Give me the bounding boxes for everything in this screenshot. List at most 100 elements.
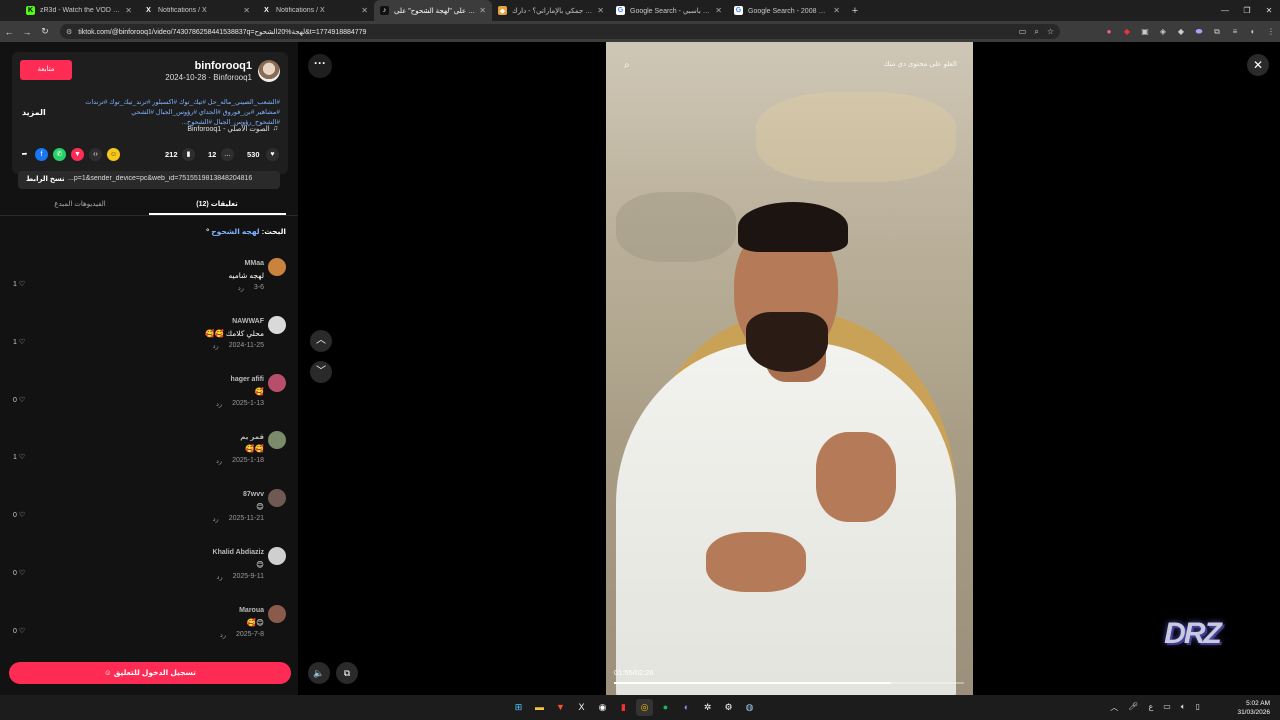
mini-player-button[interactable]: ⧉ <box>336 662 358 684</box>
browser-tab[interactable]: X Notifications / X ✕ <box>138 0 256 21</box>
video-player[interactable]: ⌕ العلو على محتوى دي منك 01:55/02:26 <box>606 42 973 695</box>
commenter-name[interactable]: MMaa <box>245 260 264 267</box>
extension-icon[interactable]: ▣ <box>1137 27 1153 37</box>
more-options-button[interactable]: ··· <box>308 54 332 78</box>
maximize-icon[interactable]: ❐ <box>1236 0 1258 21</box>
steam-icon[interactable]: ◍ <box>741 699 758 716</box>
commenter-name[interactable]: Maroua <box>239 607 264 614</box>
commenter-avatar[interactable] <box>268 373 286 392</box>
comment-likes[interactable]: 1 ♡ <box>13 280 25 288</box>
commenter-name[interactable]: NAWWAF <box>232 318 264 325</box>
tab-close-icon[interactable]: ✕ <box>479 6 486 15</box>
comment-likes[interactable]: 0 ♡ <box>13 569 25 577</box>
author-username[interactable]: binforooq1 <box>195 60 252 72</box>
spotify-icon[interactable]: ● <box>657 699 674 716</box>
close-window-icon[interactable]: ✕ <box>1258 0 1280 21</box>
tab-close-icon[interactable]: ✕ <box>243 6 250 15</box>
comment-likes[interactable]: 1 ♡ <box>13 338 25 346</box>
discord-icon[interactable]: ◐ <box>678 699 695 716</box>
browser-tab[interactable]: KzR3d - Watch the VOD on Kick ✕ <box>20 0 138 21</box>
speaker-icon[interactable]: 🔈︎ <box>1181 702 1186 713</box>
share-arrow-icon[interactable]: ➦ <box>18 148 31 161</box>
tab-close-icon[interactable]: ✕ <box>833 6 840 15</box>
share-link-text[interactable]: ...p=1&sender_device=pc&web_id=751551981… <box>68 175 276 182</box>
language-indicator[interactable]: ع <box>1148 702 1153 713</box>
commenter-avatar[interactable] <box>268 547 286 565</box>
extension-icon[interactable]: ◆ <box>1173 27 1189 37</box>
reply-button[interactable]: رد <box>216 457 222 465</box>
commenter-avatar[interactable] <box>268 258 286 276</box>
commenter-avatar[interactable] <box>268 315 286 334</box>
browser-tab[interactable]: ◆ ما معنى جمكي بالإماراتي؟ - دارك✕ <box>492 0 610 21</box>
embed-icon[interactable]: ‹› <box>89 148 102 161</box>
tab-close-icon[interactable]: ✕ <box>125 6 132 15</box>
reply-button[interactable]: رد <box>213 342 219 350</box>
tab-close-icon[interactable]: ✕ <box>597 6 604 15</box>
reload-icon[interactable]: ↻ <box>36 26 54 37</box>
previous-video-button[interactable]: ︿ <box>310 330 332 352</box>
system-clock[interactable]: 5:02 AM 31/03/2026 <box>1237 699 1270 717</box>
tab-close-icon[interactable]: ✕ <box>361 6 368 15</box>
file-explorer-icon[interactable]: ▬ <box>531 699 548 716</box>
settings-icon[interactable]: ⚙ <box>720 699 737 716</box>
reply-button[interactable]: رد <box>213 515 219 523</box>
browser-tab[interactable]: G Google Search - 2008 اكزس ✕ <box>728 0 846 21</box>
video-search-icon[interactable]: ⌕ <box>624 60 636 72</box>
chrome-icon[interactable]: ◎ <box>636 699 653 716</box>
microphone-icon[interactable]: 🎤︎ <box>1128 702 1138 713</box>
commenter-avatar[interactable] <box>268 604 286 623</box>
network-icon[interactable]: ▭ <box>1163 702 1171 713</box>
reply-button[interactable]: رد <box>216 400 222 408</box>
comment-likes[interactable]: 1 ♡ <box>13 453 25 461</box>
menu-icon[interactable]: ⋮ <box>1263 27 1279 37</box>
emoji-share-icon[interactable]: ☺ <box>107 148 120 161</box>
new-tab-button[interactable]: + <box>846 5 864 17</box>
whatsapp-share-icon[interactable]: ✆ <box>53 148 66 161</box>
extension-icon[interactable]: ◆ <box>1119 27 1135 37</box>
extension-icon[interactable]: ⬬ <box>1191 27 1207 37</box>
copy-link-button[interactable]: نسخ الرابط <box>26 175 65 183</box>
tab-comments[interactable]: تعليقات (12) <box>149 200 285 208</box>
search-term-link[interactable]: البحث: لهجه الشحوح ° <box>206 227 286 236</box>
profile-avatar[interactable]: ◐ <box>1245 27 1261 37</box>
extension-icon[interactable]: ◈ <box>1155 27 1171 37</box>
url-field[interactable]: ⚙ tiktok.com/@binforooq1/video/743078625… <box>60 24 1060 39</box>
login-to-comment-button[interactable]: ☺ تسجيل الدخول للتعليق <box>9 662 291 684</box>
author-avatar[interactable] <box>258 60 280 82</box>
puzzle-icon[interactable]: ⧉ <box>1209 27 1225 37</box>
extension-icon[interactable]: ● <box>1101 27 1117 37</box>
battery-icon[interactable]: ▯ <box>1196 702 1200 713</box>
start-icon[interactable]: ⊞ <box>510 699 527 716</box>
bookmark-icon[interactable]: ▮ <box>182 148 195 161</box>
commenter-name[interactable]: hager afifi <box>231 376 264 383</box>
app-icon[interactable]: ▮ <box>615 699 632 716</box>
reply-button[interactable]: رد <box>220 631 226 639</box>
browser-tab[interactable]: X Notifications / X ✕ <box>256 0 374 21</box>
commenter-name[interactable]: Khalid Abdiaziz <box>213 549 264 556</box>
comment-likes[interactable]: 0 ♡ <box>13 396 25 404</box>
tray-chevron-icon[interactable]: ︿ <box>1110 702 1118 713</box>
commenter-avatar[interactable] <box>268 489 286 508</box>
next-video-button[interactable]: ﹀ <box>310 361 332 383</box>
close-video-button[interactable]: ✕ <box>1247 54 1269 76</box>
comment-icon[interactable]: … <box>221 148 234 161</box>
heart-icon[interactable]: ♥ <box>266 148 279 161</box>
post-hashtags[interactable]: #الشعب_الصيني_ماله_حل #تيك_توك #اكسبلور … <box>80 98 280 128</box>
facebook-share-icon[interactable]: f <box>35 148 48 161</box>
back-icon[interactable]: ← <box>0 27 18 37</box>
music-link[interactable]: ♫ الصوت الأصلي - Binforooq1 <box>187 125 278 133</box>
minimize-icon[interactable]: — <box>1214 0 1236 21</box>
x-app-icon[interactable]: X <box>573 699 590 716</box>
commenter-name[interactable]: 87wvv <box>243 491 264 498</box>
volume-button[interactable]: 🔈 <box>308 662 330 684</box>
zoom-icon[interactable]: ⌕ <box>1034 27 1038 37</box>
browser-tab[interactable]: ♪ العلر على "لهجة الشحوح" على ✕ <box>374 0 492 21</box>
tab-creator-videos[interactable]: الفيديوهات المبدع <box>12 200 148 208</box>
obs-icon[interactable]: ◉ <box>594 699 611 716</box>
commenter-name[interactable]: قمر يم <box>240 433 264 441</box>
more-button[interactable]: المزيد <box>22 108 46 117</box>
browser-tab[interactable]: G Google Search - حمود باسبي ✕ <box>610 0 728 21</box>
bookmark-star-icon[interactable]: ☆ <box>1047 27 1054 36</box>
reply-button[interactable]: رد <box>217 573 223 581</box>
comment-likes[interactable]: 0 ♡ <box>13 511 25 519</box>
